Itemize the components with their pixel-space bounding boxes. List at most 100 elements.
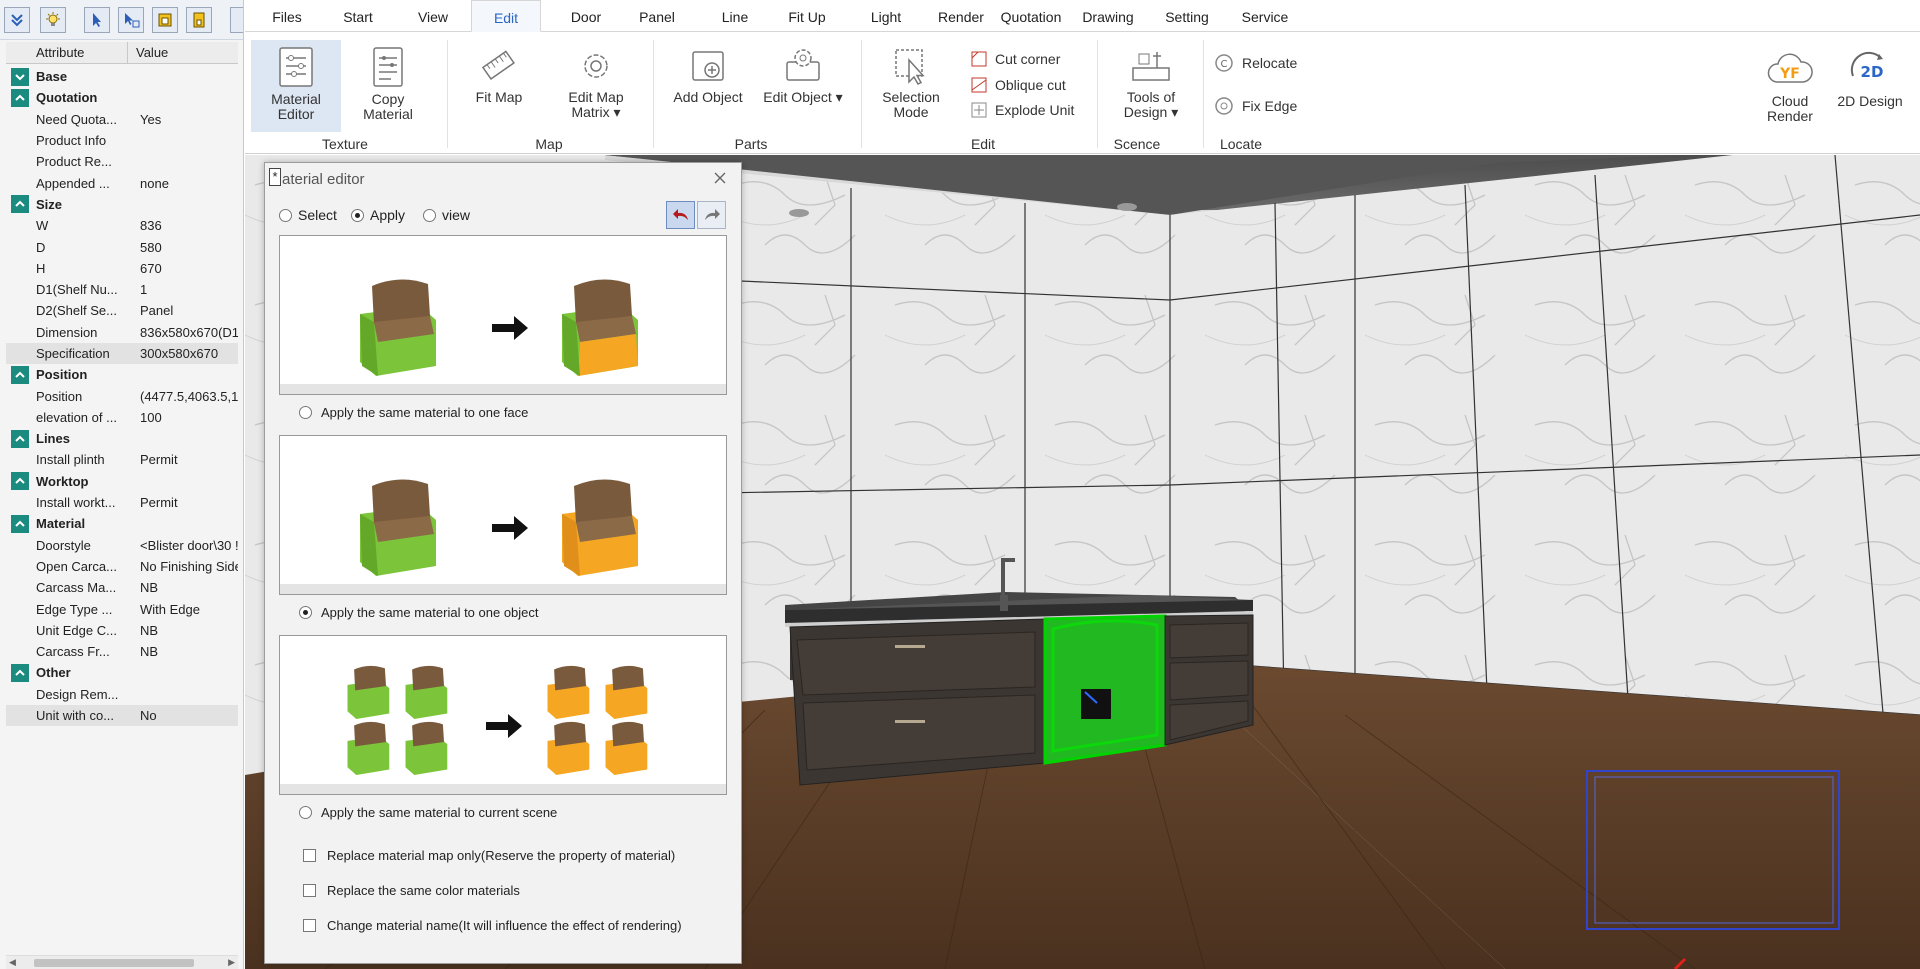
same-color-checkbox-row[interactable]: Replace the same color materials xyxy=(303,883,520,898)
collapse-chevron-icon[interactable] xyxy=(11,195,29,214)
fix-edge-button[interactable]: Fix Edge xyxy=(1213,95,1297,117)
tab-setting[interactable]: Setting xyxy=(1157,0,1217,32)
collapse-chevron-icon[interactable] xyxy=(11,514,29,533)
change-name-checkbox-row[interactable]: Change material name(It will influence t… xyxy=(303,918,682,933)
property-value[interactable]: 580 xyxy=(140,240,162,255)
property-value[interactable]: Permit xyxy=(140,495,178,510)
relocate-button[interactable]: C Relocate xyxy=(1213,52,1297,74)
tab-view[interactable]: View xyxy=(413,0,453,32)
property-row[interactable]: D2(Shelf Se... Panel xyxy=(6,300,238,321)
property-value[interactable]: Permit xyxy=(140,452,178,467)
property-group-row[interactable]: Size xyxy=(6,194,238,215)
property-row[interactable]: elevation of ... 100 xyxy=(6,407,238,428)
option-one-object-radio[interactable] xyxy=(299,606,312,619)
property-value[interactable]: Yes xyxy=(140,112,161,127)
tab-fit-up[interactable]: Fit Up xyxy=(782,0,832,32)
property-value[interactable]: With Edge xyxy=(140,602,200,617)
mode-view-radio[interactable] xyxy=(423,208,436,222)
property-row[interactable]: Need Quota... Yes xyxy=(6,109,238,130)
oblique-cut-button[interactable]: Oblique cut xyxy=(970,76,1066,94)
edit-map-matrix-button[interactable]: Edit Map Matrix ▾ xyxy=(551,40,641,132)
option-one-object[interactable]: Apply the same material to one object xyxy=(299,605,539,620)
tab-light[interactable]: Light xyxy=(863,0,909,32)
property-group-row[interactable]: Position xyxy=(6,364,238,385)
mode-select-radio[interactable] xyxy=(279,208,292,222)
collapse-chevron-icon[interactable] xyxy=(11,88,29,107)
mode-select-option[interactable]: Select xyxy=(279,207,337,223)
property-value[interactable]: NB xyxy=(140,623,158,638)
property-row[interactable]: Install workt... Permit xyxy=(6,492,238,513)
tab-start[interactable]: Start xyxy=(338,0,378,32)
fit-map-button[interactable]: Fit Map xyxy=(459,40,539,124)
property-value[interactable]: Panel xyxy=(140,303,173,318)
tab-panel[interactable]: Panel xyxy=(632,0,682,32)
property-row[interactable]: Install plinth Permit xyxy=(6,449,238,470)
property-value[interactable]: No xyxy=(140,708,157,723)
unlock-icon[interactable] xyxy=(186,7,212,33)
scroll-right-icon[interactable]: ▶ xyxy=(228,957,235,968)
collapse-chevron-icon[interactable] xyxy=(11,472,29,491)
property-value[interactable]: none xyxy=(140,176,169,191)
tools-of-design-button[interactable]: Tools of Design ▾ xyxy=(1109,40,1193,132)
property-row[interactable]: Open Carca... No Finishing Side xyxy=(6,556,238,577)
property-row[interactable]: Specification 300x580x670 xyxy=(6,342,238,365)
option-one-face-radio[interactable] xyxy=(299,406,312,419)
property-value[interactable]: (4477.5,4063.5,1 xyxy=(140,389,238,404)
scrollbar-thumb[interactable] xyxy=(34,959,194,967)
explode-unit-button[interactable]: Explode Unit xyxy=(970,101,1074,119)
edit-object-button[interactable]: Edit Object ▾ xyxy=(757,40,849,124)
select-filter-icon[interactable] xyxy=(118,7,144,33)
tab-files[interactable]: Files xyxy=(267,0,307,32)
property-row[interactable]: Unit Edge C... NB xyxy=(6,620,238,641)
tab-render[interactable]: Render xyxy=(932,0,990,32)
option-current-scene[interactable]: Apply the same material to current scene xyxy=(299,805,557,820)
property-value[interactable]: NB xyxy=(140,580,158,595)
change-name-checkbox[interactable] xyxy=(303,919,316,932)
property-group-row[interactable]: Lines xyxy=(6,428,238,449)
property-row[interactable]: Unit with co... No xyxy=(6,704,238,727)
mode-apply-radio[interactable] xyxy=(351,208,364,222)
property-row[interactable]: D1(Shelf Nu... 1 xyxy=(6,279,238,300)
property-group-row[interactable]: Quotation xyxy=(6,87,238,108)
tab-service[interactable]: Service xyxy=(1235,0,1295,32)
property-row[interactable]: Product Info xyxy=(6,130,238,151)
property-row[interactable]: Position (4477.5,4063.5,1 xyxy=(6,385,238,406)
scroll-left-icon[interactable]: ◀ xyxy=(9,957,16,968)
copy-material-button[interactable]: Copy Material xyxy=(343,40,433,132)
mode-view-option[interactable]: view xyxy=(423,207,470,223)
horizontal-scrollbar[interactable]: ◀ ▶ xyxy=(6,955,238,969)
property-value[interactable]: <Blister door\30 ! xyxy=(140,538,238,553)
collapse-chevron-icon[interactable] xyxy=(11,365,29,384)
property-row[interactable]: W 836 xyxy=(6,215,238,236)
dialog-titlebar[interactable]: * aterial editor xyxy=(265,163,741,195)
lightbulb-icon[interactable] xyxy=(40,7,66,33)
property-value[interactable]: 1 xyxy=(140,282,147,297)
collapse-chevron-icon[interactable] xyxy=(11,663,29,682)
add-object-button[interactable]: Add Object xyxy=(665,40,751,124)
tab-door[interactable]: Door xyxy=(562,0,610,32)
lock-icon[interactable] xyxy=(152,7,178,33)
expand-chevron-icon[interactable] xyxy=(11,67,29,86)
cut-corner-button[interactable]: Cut corner xyxy=(970,50,1060,68)
property-group-row[interactable]: Base xyxy=(6,66,238,87)
cloud-render-button[interactable]: YF Cloud Render xyxy=(1755,50,1825,134)
property-row[interactable]: Carcass Fr... NB xyxy=(6,641,238,662)
tab-line[interactable]: Line xyxy=(715,0,755,32)
tab-quotation[interactable]: Quotation xyxy=(995,0,1067,32)
undo-button[interactable] xyxy=(666,201,695,229)
property-group-row[interactable]: Other xyxy=(6,662,238,683)
select-arrow-icon[interactable] xyxy=(84,7,110,33)
property-row[interactable]: D 580 xyxy=(6,236,238,257)
tab-drawing[interactable]: Drawing xyxy=(1076,0,1140,32)
property-row[interactable]: Design Rem... xyxy=(6,684,238,705)
property-value[interactable]: 836 xyxy=(140,218,162,233)
material-editor-button[interactable]: Material Editor xyxy=(251,40,341,132)
option-one-face[interactable]: Apply the same material to one face xyxy=(299,405,528,420)
more-tools-icon[interactable] xyxy=(230,7,243,33)
property-value[interactable]: 836x580x670(D1 xyxy=(140,325,238,340)
replace-map-checkbox-row[interactable]: Replace material map only(Reserve the pr… xyxy=(303,848,675,863)
property-group-row[interactable]: Material xyxy=(6,513,238,534)
collapse-icon[interactable] xyxy=(4,7,30,33)
property-value[interactable]: 670 xyxy=(140,261,162,276)
property-value[interactable]: 100 xyxy=(140,410,162,425)
